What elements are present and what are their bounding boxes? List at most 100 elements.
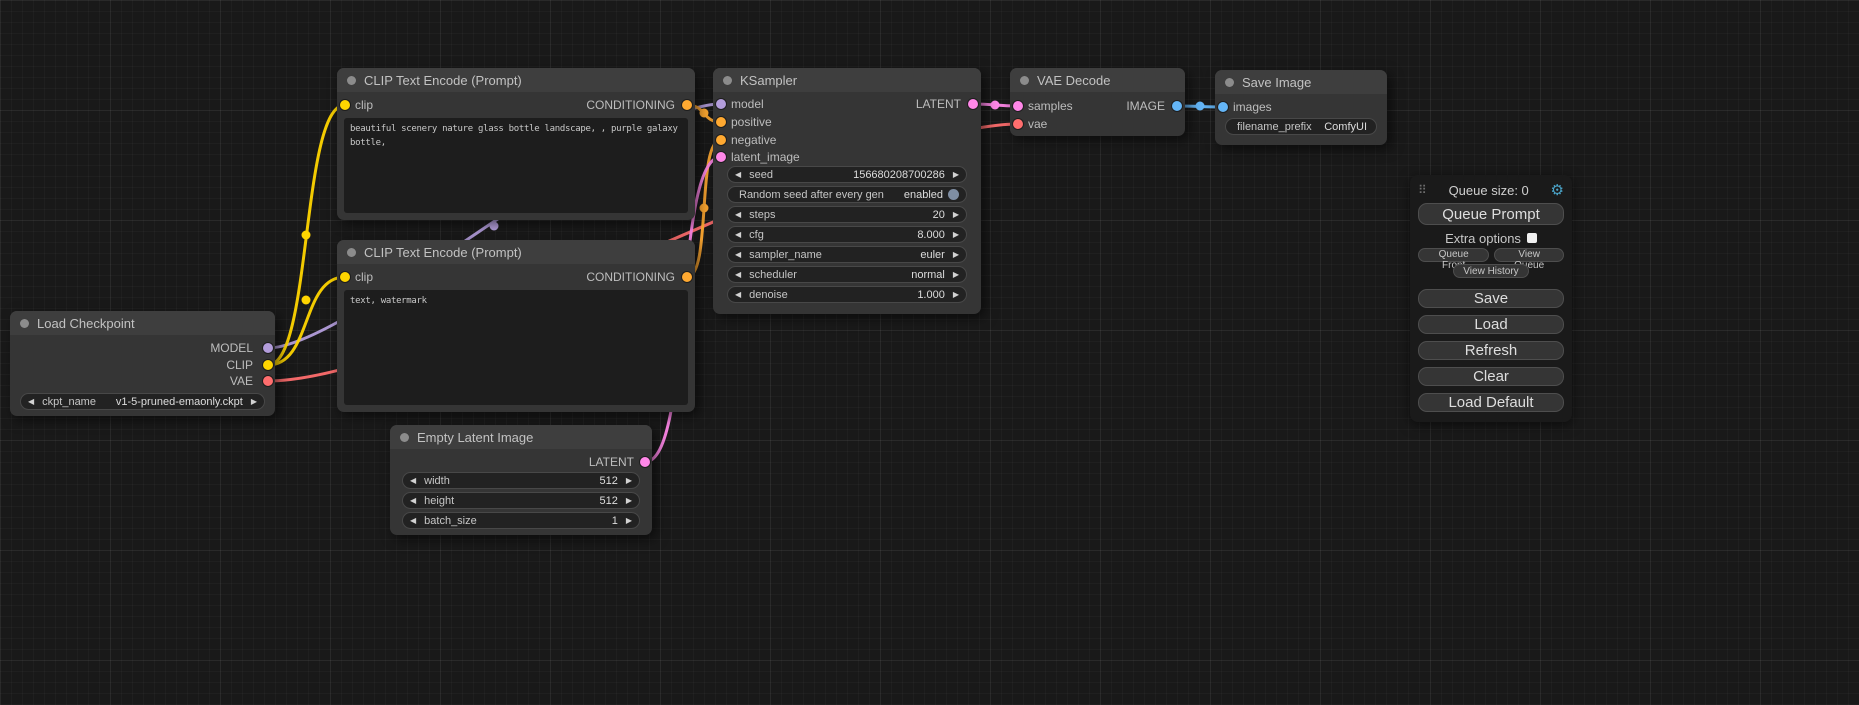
width-widget[interactable]: ◀ width 512 ▶ bbox=[402, 472, 640, 489]
arrow-right-icon[interactable]: ▶ bbox=[953, 231, 959, 239]
steps-widget[interactable]: ◀ steps 20 ▶ bbox=[727, 206, 967, 223]
queue-prompt-button[interactable]: Queue Prompt bbox=[1418, 203, 1564, 225]
extra-options-checkbox[interactable] bbox=[1527, 233, 1537, 243]
height-widget[interactable]: ◀ height 512 ▶ bbox=[402, 492, 640, 509]
node-load-checkpoint[interactable]: Load Checkpoint MODEL CLIP VAE ◀ ckpt_na… bbox=[10, 311, 275, 416]
negative-prompt-textarea[interactable]: text, watermark bbox=[344, 290, 688, 405]
view-history-button[interactable]: View History bbox=[1453, 264, 1528, 278]
widget-value: v1-5-pruned-emaonly.ckpt bbox=[116, 396, 243, 408]
output-port-latent[interactable] bbox=[640, 457, 650, 467]
arrow-right-icon[interactable]: ▶ bbox=[953, 271, 959, 279]
node-vae-decode[interactable]: VAE Decode samples vae IMAGE bbox=[1010, 68, 1185, 136]
input-port-vae[interactable] bbox=[1013, 119, 1023, 129]
toggle-dot-icon[interactable] bbox=[948, 189, 959, 200]
widget-value: 512 bbox=[599, 495, 617, 507]
node-empty-latent-image[interactable]: Empty Latent Image LATENT ◀ width 512 ▶ … bbox=[390, 425, 652, 535]
output-port-image[interactable] bbox=[1172, 101, 1182, 111]
node-title: CLIP Text Encode (Prompt) bbox=[364, 245, 522, 260]
view-queue-button[interactable]: View Queue bbox=[1494, 248, 1564, 262]
scheduler-widget[interactable]: ◀ scheduler normal ▶ bbox=[727, 266, 967, 283]
arrow-left-icon[interactable]: ◀ bbox=[735, 211, 741, 219]
arrow-right-icon[interactable]: ▶ bbox=[626, 517, 632, 525]
collapse-dot-icon[interactable] bbox=[1225, 78, 1234, 87]
seed-widget[interactable]: ◀ seed 156680208700286 ▶ bbox=[727, 166, 967, 183]
arrow-right-icon[interactable]: ▶ bbox=[953, 291, 959, 299]
collapse-dot-icon[interactable] bbox=[347, 248, 356, 257]
random-seed-widget[interactable]: Random seed after every gen enabled bbox=[727, 186, 967, 203]
node-clip-text-encode-positive[interactable]: CLIP Text Encode (Prompt) clip CONDITION… bbox=[337, 68, 695, 220]
output-port-model[interactable] bbox=[263, 343, 273, 353]
node-title-bar[interactable]: Empty Latent Image bbox=[390, 425, 652, 449]
node-ksampler[interactable]: KSampler model positive negative latent_… bbox=[713, 68, 981, 314]
positive-prompt-textarea[interactable]: beautiful scenery nature glass bottle la… bbox=[344, 118, 688, 213]
arrow-left-icon[interactable]: ◀ bbox=[410, 517, 416, 525]
arrow-left-icon[interactable]: ◀ bbox=[28, 398, 34, 406]
arrow-left-icon[interactable]: ◀ bbox=[410, 477, 416, 485]
arrow-right-icon[interactable]: ▶ bbox=[953, 171, 959, 179]
collapse-dot-icon[interactable] bbox=[1020, 76, 1029, 85]
drag-handle-icon[interactable]: ⠿ bbox=[1418, 183, 1427, 197]
batch-size-widget[interactable]: ◀ batch_size 1 ▶ bbox=[402, 512, 640, 529]
node-title: KSampler bbox=[740, 73, 797, 88]
node-title-bar[interactable]: CLIP Text Encode (Prompt) bbox=[337, 240, 695, 264]
save-button[interactable]: Save bbox=[1418, 289, 1564, 308]
node-clip-text-encode-negative[interactable]: CLIP Text Encode (Prompt) clip CONDITION… bbox=[337, 240, 695, 412]
collapse-dot-icon[interactable] bbox=[400, 433, 409, 442]
widget-label: denoise bbox=[749, 289, 788, 301]
arrow-right-icon[interactable]: ▶ bbox=[626, 477, 632, 485]
input-port-samples[interactable] bbox=[1013, 101, 1023, 111]
input-label-model: model bbox=[731, 97, 764, 111]
input-port-positive[interactable] bbox=[716, 117, 726, 127]
arrow-left-icon[interactable]: ◀ bbox=[410, 497, 416, 505]
output-port-latent[interactable] bbox=[968, 99, 978, 109]
output-label-model: MODEL bbox=[210, 341, 253, 355]
filename-prefix-widget[interactable]: filename_prefix ComfyUI bbox=[1225, 118, 1377, 135]
arrow-left-icon[interactable]: ◀ bbox=[735, 291, 741, 299]
load-default-button[interactable]: Load Default bbox=[1418, 393, 1564, 412]
clear-button[interactable]: Clear bbox=[1418, 367, 1564, 386]
input-port-clip[interactable] bbox=[340, 272, 350, 282]
load-button[interactable]: Load bbox=[1418, 315, 1564, 334]
extra-options-label: Extra options bbox=[1445, 231, 1521, 246]
sampler-name-widget[interactable]: ◀ sampler_name euler ▶ bbox=[727, 246, 967, 263]
input-port-latent-image[interactable] bbox=[716, 152, 726, 162]
node-graph-canvas[interactable]: Load Checkpoint MODEL CLIP VAE ◀ ckpt_na… bbox=[0, 0, 1859, 705]
cfg-widget[interactable]: ◀ cfg 8.000 ▶ bbox=[727, 226, 967, 243]
arrow-left-icon[interactable]: ◀ bbox=[735, 171, 741, 179]
output-label-clip: CLIP bbox=[226, 358, 253, 372]
denoise-widget[interactable]: ◀ denoise 1.000 ▶ bbox=[727, 286, 967, 303]
input-port-model[interactable] bbox=[716, 99, 726, 109]
arrow-right-icon[interactable]: ▶ bbox=[953, 251, 959, 259]
input-label-vae: vae bbox=[1028, 117, 1047, 131]
widget-value: normal bbox=[911, 269, 945, 281]
arrow-right-icon[interactable]: ▶ bbox=[626, 497, 632, 505]
output-port-conditioning[interactable] bbox=[682, 100, 692, 110]
refresh-button[interactable]: Refresh bbox=[1418, 341, 1564, 360]
ckpt-name-widget[interactable]: ◀ ckpt_name v1-5-pruned-emaonly.ckpt ▶ bbox=[20, 393, 265, 410]
output-port-vae[interactable] bbox=[263, 376, 273, 386]
settings-gear-icon[interactable]: ⚙ bbox=[1551, 181, 1564, 199]
node-title-bar[interactable]: KSampler bbox=[713, 68, 981, 92]
node-save-image[interactable]: Save Image images filename_prefix ComfyU… bbox=[1215, 70, 1387, 145]
collapse-dot-icon[interactable] bbox=[347, 76, 356, 85]
arrow-left-icon[interactable]: ◀ bbox=[735, 271, 741, 279]
input-label-negative: negative bbox=[731, 133, 776, 147]
collapse-dot-icon[interactable] bbox=[20, 319, 29, 328]
node-title-bar[interactable]: VAE Decode bbox=[1010, 68, 1185, 92]
widget-label: width bbox=[424, 475, 450, 487]
arrow-left-icon[interactable]: ◀ bbox=[735, 231, 741, 239]
output-port-conditioning[interactable] bbox=[682, 272, 692, 282]
output-port-clip[interactable] bbox=[263, 360, 273, 370]
node-title-bar[interactable]: CLIP Text Encode (Prompt) bbox=[337, 68, 695, 92]
arrow-right-icon[interactable]: ▶ bbox=[251, 398, 257, 406]
input-port-clip[interactable] bbox=[340, 100, 350, 110]
node-title-bar[interactable]: Load Checkpoint bbox=[10, 311, 275, 335]
arrow-right-icon[interactable]: ▶ bbox=[953, 211, 959, 219]
queue-front-button[interactable]: Queue Front bbox=[1418, 248, 1489, 262]
collapse-dot-icon[interactable] bbox=[723, 76, 732, 85]
arrow-left-icon[interactable]: ◀ bbox=[735, 251, 741, 259]
input-port-images[interactable] bbox=[1218, 102, 1228, 112]
node-title-bar[interactable]: Save Image bbox=[1215, 70, 1387, 94]
widget-value: 512 bbox=[599, 475, 617, 487]
input-port-negative[interactable] bbox=[716, 135, 726, 145]
